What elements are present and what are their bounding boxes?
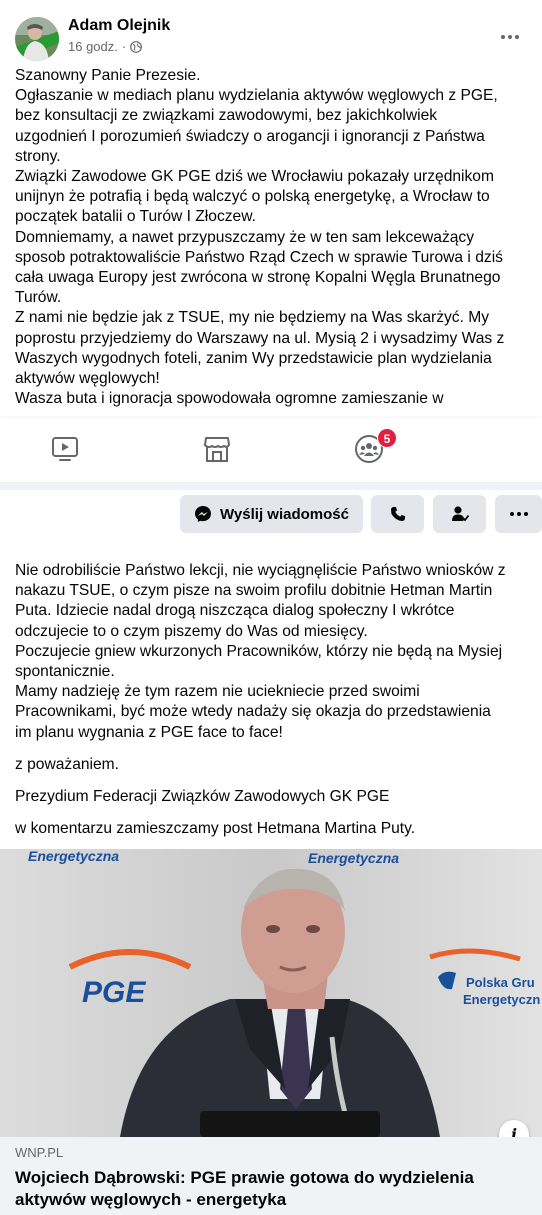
post-text-line: strony. [15,147,61,165]
backdrop-text-left: Energetyczna [28,849,119,864]
post-text-line: bez konsultacji ze związkami zawodowymi,… [15,107,438,125]
backdrop-brand: PGE [82,976,146,1009]
link-domain: WNP.PL [15,1145,64,1160]
link-title-line1: Wojciech Dąbrowski: PGE prawie gotowa do… [15,1168,474,1187]
link-title-line2: aktywów węglowych - energetyka [15,1190,287,1209]
post-text-line: spontanicznie. [15,663,115,681]
post-text-line: Poczujecie gniew wkurzonych Pracowników,… [15,642,503,660]
post-text-line: sposob potraktowaliście Państwo Rząd Cze… [15,248,503,266]
post-meta: 16 godz. · [68,39,143,55]
call-button[interactable] [371,495,424,533]
post-text-line: początek batalii o Turów I Złoczew. [15,208,256,226]
post-text-line: Z nami nie będzie jak z TSUE, my nie będ… [15,309,490,327]
post-signature: Prezydium Federacji Związków Zawodowych … [15,788,390,806]
post-text-line: unijnyn że potrafią i będą walczyć o pol… [15,188,490,206]
post-time[interactable]: 16 godz. [68,39,118,55]
more-actions-button[interactable] [495,495,542,533]
profile-action-bar: Wyślij wiadomość [0,490,542,546]
avatar[interactable] [15,17,59,61]
post-text-line: Związki Zawodowe GK PGE dziś we Wrocławi… [15,168,494,186]
post-text-line: odczujecie to o czym piszemy do Was od m… [15,622,368,640]
post-text-line: Szanowny Panie Prezesie. [15,67,201,84]
post-text-line: Pracownikami, być może wtedy nadaży się … [15,703,491,721]
post-text-line: Domniemamy, a nawet przypuszczamy że w t… [15,228,475,246]
send-message-label: Wyślij wiadomość [220,505,349,523]
post-body-part2: Nie odrobiliście Państwo lekcji, nie wyc… [15,561,531,839]
post-text-line: Nie odrobiliście Państwo lekcji, nie wyc… [15,562,506,579]
post-closing: z poważaniem. [15,755,120,773]
phone-icon [390,507,405,521]
post-text-line: Puta. Idziecie nadal drogą niszcząca dia… [15,602,455,620]
author-name[interactable]: Adam Olejnik [68,16,170,36]
backdrop-text-top: Energetyczna [308,850,399,866]
post-text-line: Mamy nadzieję że tym razem nie uciekniec… [15,683,420,701]
link-preview-image[interactable]: PGE Energetyczna Energetyczna Polska Gru… [0,849,542,1137]
news-photo: PGE Energetyczna Energetyczna Polska Gru… [0,849,542,1137]
post-header: Adam Olejnik 16 godz. · [0,0,542,66]
marketplace-icon[interactable] [202,434,232,464]
post-text-viewport: Szanowny Panie Prezesie. Ogłaszanie w med… [0,66,542,418]
video-icon[interactable] [50,434,80,464]
post-text-line: cała uwaga Europy jest zwrócona w stronę… [15,269,501,287]
post-text-line: Turów. [15,289,62,307]
link-preview-info[interactable]: WNP.PL Wojciech Dąbrowski: PGE prawie go… [0,1137,542,1215]
post-text-line: aktywów węglowych! [15,370,160,388]
post-text-line: im planu wygnania z PGE face to face! [15,723,283,741]
messenger-icon [195,506,212,522]
post-body-part2-lines: Nie odrobiliście Państwo lekcji, nie wyc… [15,561,531,743]
post-text-line: poprostu przyjedziemy do Warszawy na ul.… [15,329,505,347]
post-comment-note: w komentarzu zamieszczamy post Hetmana M… [15,820,416,838]
post-body-part1: Szanowny Panie Prezesie. Ogłaszanie w med… [15,66,531,409]
post-text-line: Wasza buta i ignoracja spowodowała ogrom… [15,390,444,408]
friends-button[interactable] [433,495,486,533]
post-text-line: Ogłaszanie w mediach planu wydzielania a… [15,87,498,105]
backdrop-text-right-2: Energetyczn [463,992,540,1007]
section-divider [0,482,542,490]
friends-icon [451,506,469,522]
avatar-image [15,17,59,61]
post-text-line: uzgodnień I porozumień świadczy o arogan… [15,127,485,145]
post-text-line: nakazu TSUE, o czym pisze na swoim profi… [15,582,493,600]
send-message-button[interactable]: Wyślij wiadomość [180,495,363,533]
groups-notification-badge: 5 [377,428,397,448]
bottom-navigation-bar: 5 [0,418,542,482]
post-options-icon[interactable] [494,26,526,48]
link-title[interactable]: Wojciech Dąbrowski: PGE prawie gotowa do… [15,1167,535,1211]
backdrop-text-right-1: Polska Gru [466,975,535,990]
meta-separator: · [121,39,127,54]
post-text-line: Waszych wygodnych foteli, zanim Wy przed… [15,349,492,367]
globe-icon[interactable] [130,41,143,53]
